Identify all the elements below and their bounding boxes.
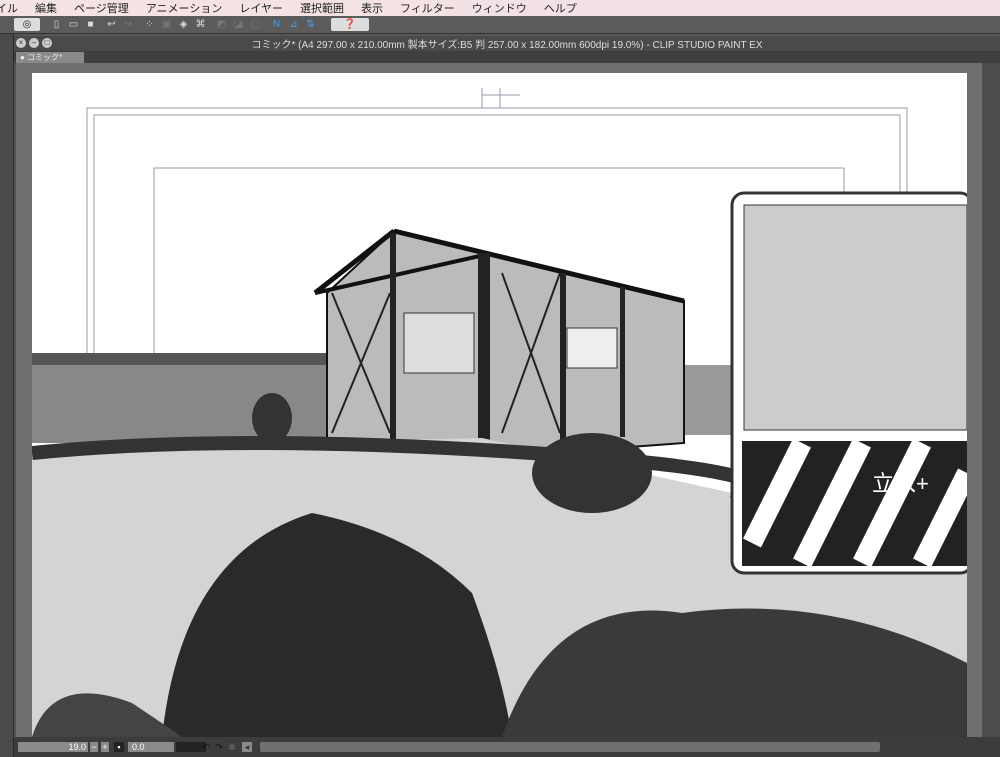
canvas-area[interactable]: 立入+ [16,63,982,737]
menu-page[interactable]: ページ管理 [74,0,129,16]
vertical-scrollbar[interactable] [982,63,1000,737]
reset-rotation-icon[interactable]: ✲ [228,742,238,752]
ruler-snap-icon[interactable]: ⊿ [287,18,300,31]
transform-icon[interactable]: ⌘ [194,18,207,31]
title-bar: × – □ コミック* (A4 297.00 x 210.00mm 製本サイズ:… [14,36,1000,51]
redo-icon[interactable]: ↪ [122,18,135,31]
tone2-icon[interactable]: ◪ [232,18,245,31]
tab-comic[interactable]: ● コミック* [16,52,84,63]
zoom-out-icon[interactable]: − [90,742,98,752]
document-window: × – □ コミック* (A4 297.00 x 210.00mm 製本サイズ:… [14,34,1000,757]
menu-filter[interactable]: フィルター [400,0,455,16]
tab-bar: ● コミック* [14,51,1000,63]
zoom-in-icon[interactable]: + [101,742,109,752]
command-bar: ◎ ▯ ▭ ■ ↩ ↪ ⁘ ▣ ◈ ⌘ ◩ ◪ ▢ N ⊿ ⇅ ❓ [0,16,1000,34]
rotation-value[interactable]: 0.0 [128,742,174,752]
menu-selection[interactable]: 選択範囲 [300,0,344,16]
menu-help[interactable]: ヘルプ [544,0,577,16]
help-icon[interactable]: ❓ [331,18,369,31]
maximize-icon[interactable]: □ [42,38,52,48]
close-icon[interactable]: × [16,38,26,48]
tone-icon[interactable]: ◩ [215,18,228,31]
rotate-right-icon[interactable]: ↷ [215,742,225,752]
scroll-left-icon[interactable]: ◂ [242,742,252,752]
border-icon[interactable]: ▢ [249,18,262,31]
sign-text: 立入+ [872,471,929,496]
bush [532,433,652,513]
menu-bar: イル 編集 ページ管理 アニメーション レイヤー 選択範囲 表示 フィルター ウ… [0,0,1000,16]
menu-view[interactable]: 表示 [361,0,383,16]
fit-icon[interactable]: ▪ [114,742,124,752]
status-bar: 19.0 − + ▪ 0.0 ↶ ↷ ✲ ◂ [14,737,1000,757]
fill-icon[interactable]: ◈ [177,18,190,31]
horizontal-scrollbar[interactable] [260,742,880,752]
crop-icon[interactable]: ▣ [160,18,173,31]
illustration: 立入+ [31,88,976,737]
open-file-icon[interactable]: ▭ [67,18,80,31]
menu-edit[interactable]: 編集 [35,0,57,16]
menu-layer[interactable]: レイヤー [239,0,283,16]
ruler-icon[interactable]: N [270,18,283,31]
clip-studio-icon[interactable]: ◎ [14,18,40,31]
zoom-value[interactable]: 19.0 [44,742,88,752]
minimize-icon[interactable]: – [29,38,39,48]
fence-sign [730,191,976,575]
menu-file[interactable]: イル [0,0,18,16]
new-file-icon[interactable]: ▯ [50,18,63,31]
left-panel-strip [0,34,14,757]
window-title: コミック* (A4 297.00 x 210.00mm 製本サイズ:B5 判 2… [251,40,763,51]
grid-snap-icon[interactable]: ⇅ [304,18,317,31]
manga-page[interactable]: 立入+ [31,73,976,737]
rotate-left-icon[interactable]: ↶ [202,742,212,752]
zoom-slider[interactable] [18,742,44,752]
save-icon[interactable]: ■ [84,18,97,31]
clear-selection-icon[interactable]: ⁘ [143,18,156,31]
undo-icon[interactable]: ↩ [105,18,118,31]
menu-animation[interactable]: アニメーション [146,0,223,16]
menu-window[interactable]: ウィンドウ [472,0,527,16]
